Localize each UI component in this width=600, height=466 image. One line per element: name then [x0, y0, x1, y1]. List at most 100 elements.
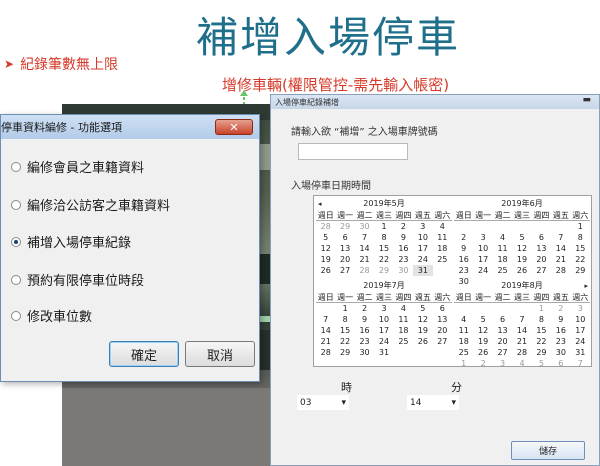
calendar-day[interactable]: 22	[335, 336, 354, 347]
calendar-day[interactable]: 25	[394, 336, 413, 347]
calendar-day[interactable]: 26	[316, 265, 335, 276]
calendar-day[interactable]: 3	[493, 358, 512, 369]
calendar-day[interactable]: 17	[473, 254, 492, 265]
next-month-icon[interactable]: ▸	[584, 280, 588, 292]
calendar-day[interactable]: 15	[532, 325, 551, 336]
calendar-day[interactable]: 30	[394, 265, 413, 276]
calendar-day[interactable]: 28	[551, 265, 570, 276]
calendar-day[interactable]: 19	[473, 336, 492, 347]
calendar-day[interactable]: 18	[493, 254, 512, 265]
calendar-day[interactable]: 6	[335, 232, 354, 243]
calendar-day[interactable]: 18	[454, 336, 473, 347]
option-add-entry-record[interactable]: 補增入場停車紀錄	[11, 232, 131, 251]
calendar-day[interactable]: 19	[512, 254, 531, 265]
calendar-day[interactable]: 31	[413, 265, 433, 276]
calendar-day[interactable]: 9	[454, 243, 473, 254]
calendar-day[interactable]: 13	[493, 325, 512, 336]
radio-icon[interactable]	[11, 199, 21, 210]
radio-icon[interactable]	[11, 161, 21, 172]
radio-icon[interactable]	[11, 310, 21, 321]
calendar-day[interactable]: 2	[454, 232, 473, 243]
calendar-day[interactable]: 4	[512, 358, 531, 369]
calendar-day[interactable]: 11	[394, 314, 413, 325]
calendar-day[interactable]: 28	[316, 221, 335, 232]
calendar-day[interactable]: 29	[374, 265, 393, 276]
calendar-day[interactable]: 18	[433, 243, 452, 254]
calendar-day[interactable]: 1	[335, 303, 354, 314]
calendar-day[interactable]: 24	[413, 254, 432, 265]
calendar-day[interactable]: 7	[316, 314, 335, 325]
calendar-day[interactable]: 1	[454, 358, 473, 369]
calendar-day[interactable]: 27	[532, 265, 551, 276]
calendar-day[interactable]: 12	[316, 243, 335, 254]
calendar-day[interactable]: 4	[433, 221, 452, 232]
calendar-day[interactable]: 5	[413, 303, 432, 314]
calendar-day[interactable]: 21	[355, 254, 374, 265]
calendar-day[interactable]: 30	[355, 347, 374, 358]
calendar-day[interactable]: 6	[551, 358, 570, 369]
calendar-day[interactable]: 12	[512, 243, 531, 254]
calendar-day[interactable]: 30	[355, 221, 374, 232]
calendar-day[interactable]: 11	[454, 325, 473, 336]
calendar-day[interactable]: 15	[374, 243, 393, 254]
calendar-day[interactable]: 23	[551, 336, 570, 347]
calendar-day[interactable]: 5	[512, 232, 531, 243]
calendar-day[interactable]: 8	[335, 314, 354, 325]
calendar-day[interactable]: 3	[571, 303, 590, 314]
minute-select[interactable]: 14 ▾	[407, 395, 459, 410]
calendar-day[interactable]: 25	[493, 265, 512, 276]
calendar-day[interactable]: 7	[512, 314, 531, 325]
calendar-day[interactable]: 10	[571, 314, 590, 325]
options-dialog-titlebar[interactable]: 停車資料編修 - 功能選項 ✕	[1, 115, 259, 139]
calendar-day[interactable]: 29	[532, 347, 551, 358]
calendar-day[interactable]: 6	[433, 303, 452, 314]
calendar-day[interactable]: 31	[571, 347, 590, 358]
calendar-day[interactable]: 22	[532, 336, 551, 347]
calendar-day[interactable]: 7	[355, 232, 374, 243]
option-edit-member-vehicle[interactable]: 編修會員之車籍資料	[11, 157, 144, 176]
calendar-day[interactable]: 26	[473, 347, 492, 358]
calendar-day[interactable]: 28	[355, 265, 374, 276]
calendar-day[interactable]: 16	[355, 325, 374, 336]
hour-select[interactable]: 03 ▾	[297, 395, 349, 410]
calendar-day[interactable]: 4	[493, 232, 512, 243]
calendar-day[interactable]: 12	[413, 314, 432, 325]
calendar-day[interactable]: 11	[433, 232, 452, 243]
calendar-day[interactable]: 16	[394, 243, 413, 254]
calendar-day[interactable]: 4	[394, 303, 413, 314]
calendar-day[interactable]: 23	[454, 265, 473, 276]
calendar-day[interactable]: 22	[374, 254, 393, 265]
calendar-day[interactable]: 20	[433, 325, 452, 336]
calendar-day[interactable]: 27	[335, 265, 354, 276]
radio-icon[interactable]	[11, 274, 21, 285]
calendar-day[interactable]: 24	[571, 336, 590, 347]
calendar-day[interactable]: 14	[316, 325, 335, 336]
calendar-day[interactable]: 17	[571, 325, 590, 336]
calendar-day[interactable]: 7	[551, 232, 570, 243]
calendar-day[interactable]: 8	[571, 232, 590, 243]
calendar-day[interactable]: 2	[551, 303, 570, 314]
calendar-day[interactable]: 16	[454, 254, 473, 265]
calendar-day[interactable]: 4	[454, 314, 473, 325]
calendar-day[interactable]: 17	[413, 243, 432, 254]
calendar-day[interactable]: 12	[473, 325, 492, 336]
calendar-day[interactable]: 7	[571, 358, 590, 369]
calendar-day[interactable]: 18	[394, 325, 413, 336]
calendar-day[interactable]: 28	[512, 347, 531, 358]
calendar-day[interactable]: 23	[355, 336, 374, 347]
calendar-day[interactable]: 6	[532, 232, 551, 243]
option-reserve-slot[interactable]: 預約有限停車位時段	[11, 270, 144, 289]
minimize-icon[interactable]: ▬	[582, 95, 591, 105]
calendar-day[interactable]: 28	[316, 347, 335, 358]
calendar-day[interactable]: 5	[316, 232, 335, 243]
calendar-day[interactable]: 25	[433, 254, 452, 265]
calendar-day[interactable]: 15	[335, 325, 354, 336]
calendar-day[interactable]: 9	[394, 232, 413, 243]
calendar-day[interactable]: 10	[374, 314, 393, 325]
record-dialog-titlebar[interactable]: 入場停車紀錄補增 ▬	[271, 95, 599, 109]
calendar-day[interactable]: 9	[551, 314, 570, 325]
calendar-day[interactable]: 13	[532, 243, 551, 254]
close-button[interactable]: ✕	[215, 119, 253, 135]
calendar-day[interactable]: 26	[413, 336, 432, 347]
calendar-day[interactable]: 17	[374, 325, 393, 336]
